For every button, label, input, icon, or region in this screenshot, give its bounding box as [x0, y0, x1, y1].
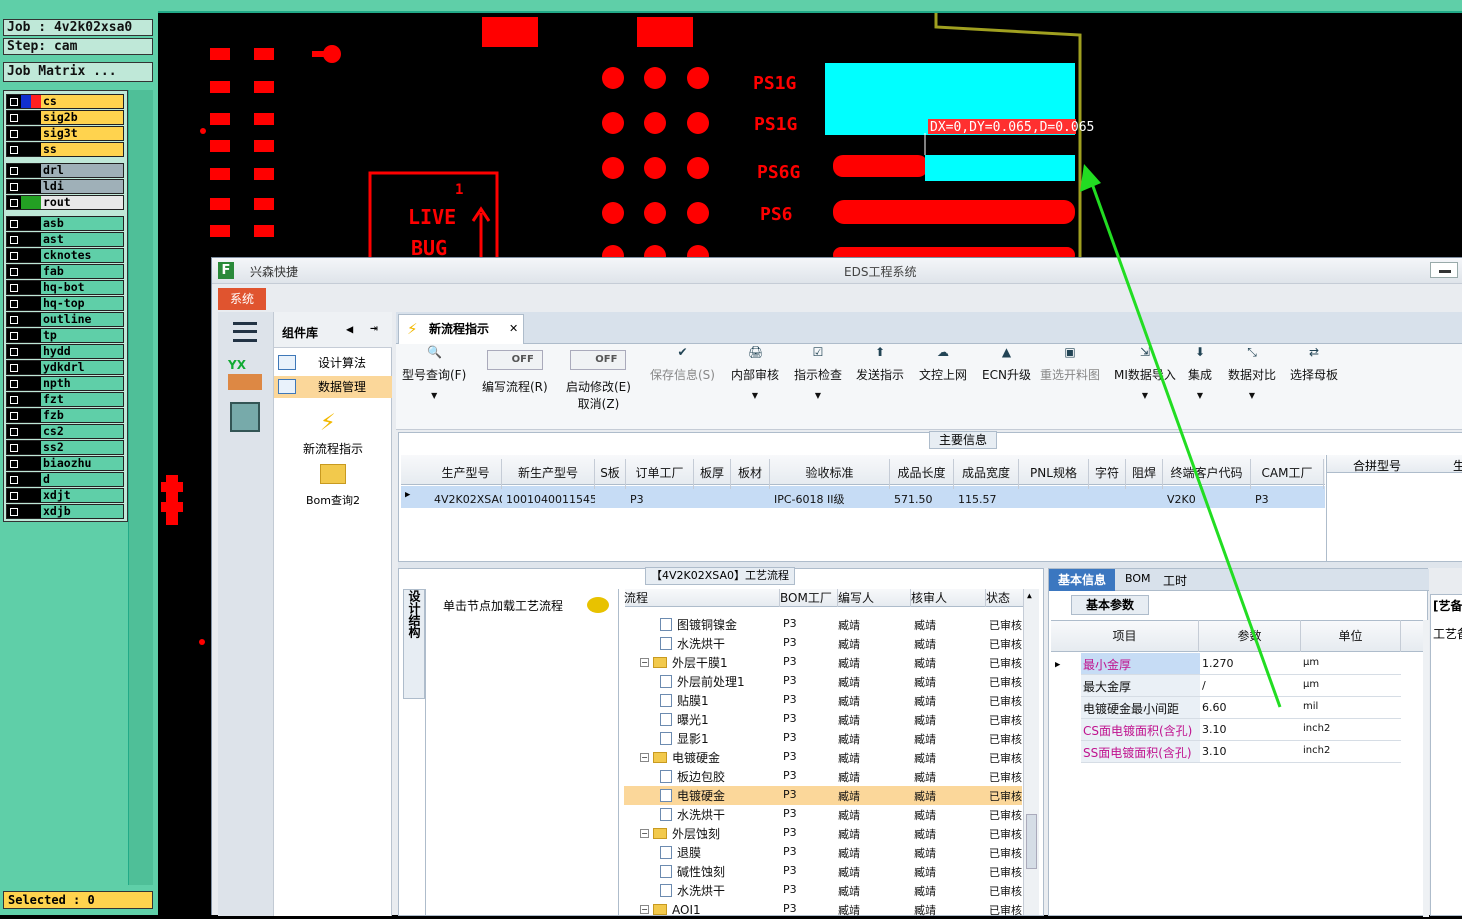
annotation-arrow	[1080, 164, 1282, 708]
